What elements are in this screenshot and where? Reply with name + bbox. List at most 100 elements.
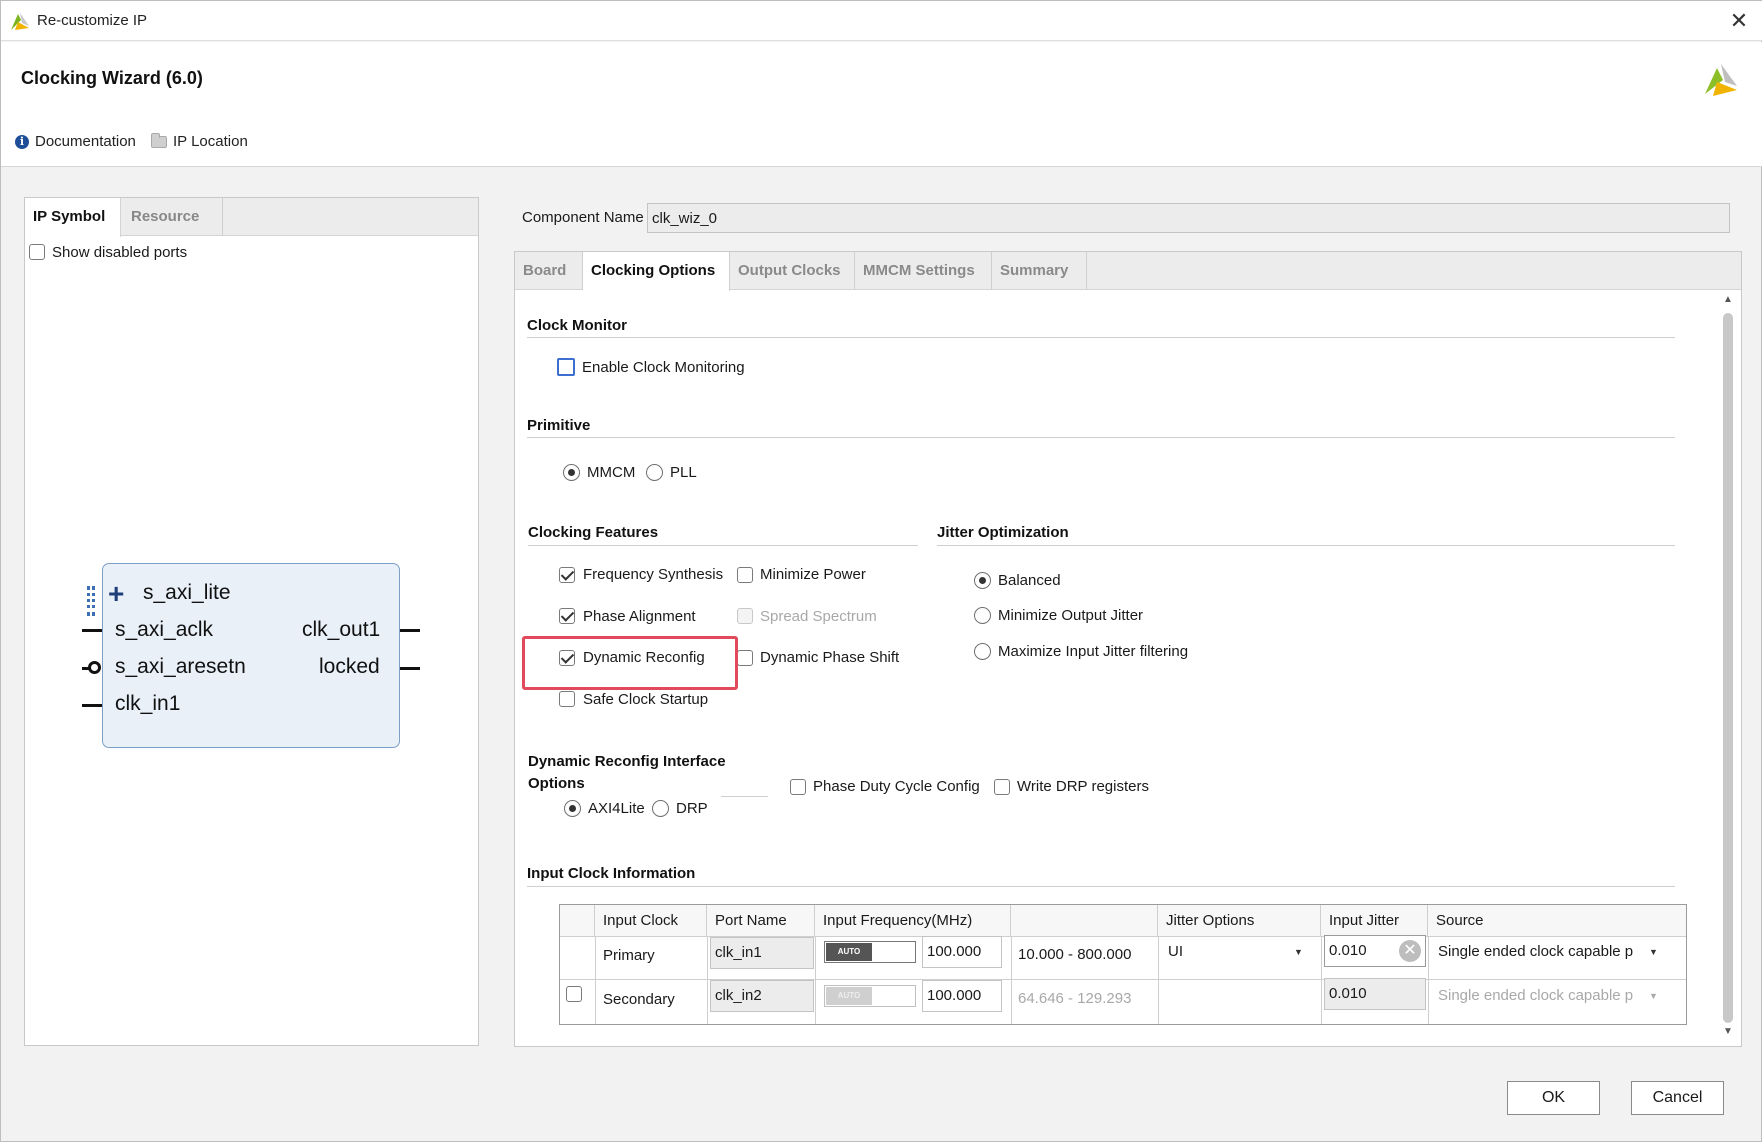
enable-clock-monitoring-label: Enable Clock Monitoring xyxy=(582,359,745,376)
documentation-link[interactable]: i Documentation xyxy=(15,133,136,150)
col-divider xyxy=(1011,937,1012,1024)
window-title: Re-customize IP xyxy=(37,12,148,29)
secondary-clock-checkbox[interactable] xyxy=(566,986,582,1002)
table-header-jitter-options: Jitter Options xyxy=(1158,905,1321,937)
source-dropdown-icon[interactable]: ▼ xyxy=(1649,991,1658,1001)
port-s-axi-aresetn: s_axi_aresetn xyxy=(115,655,246,678)
primary-frequency-input[interactable]: 100.000 xyxy=(922,936,1002,968)
ok-button[interactable]: OK xyxy=(1507,1081,1600,1115)
cancel-button[interactable]: Cancel xyxy=(1631,1081,1724,1115)
col-divider xyxy=(815,937,816,1024)
tab-ip-symbol[interactable]: IP Symbol xyxy=(25,198,121,237)
pin-s-axi-aclk xyxy=(82,629,102,632)
primary-port-name[interactable]: clk_in1 xyxy=(710,937,814,969)
drp-radio[interactable] xyxy=(652,800,669,817)
safe-clock-startup-checkbox[interactable] xyxy=(559,691,575,707)
section-divider xyxy=(721,796,768,797)
left-tab-bar: IP Symbol Resource xyxy=(25,198,478,237)
col-divider xyxy=(595,937,596,1024)
tab-resource[interactable]: Resource xyxy=(123,198,223,236)
phase-alignment-label: Phase Alignment xyxy=(583,608,696,625)
port-clk-in1: clk_in1 xyxy=(115,692,181,715)
section-divider xyxy=(527,886,1675,887)
col-divider xyxy=(707,937,708,1024)
primary-source[interactable]: Single ended clock capable pi xyxy=(1438,943,1633,960)
source-dropdown-icon[interactable]: ▼ xyxy=(1649,947,1658,957)
bus-interface-icon xyxy=(87,586,95,616)
config-tab-bar: Board Clocking Options Output Clocks MMC… xyxy=(515,252,1741,291)
axi4lite-radio[interactable] xyxy=(564,800,581,817)
vertical-scrollbar-thumb[interactable] xyxy=(1723,313,1733,1023)
secondary-source[interactable]: Single ended clock capable pi xyxy=(1438,987,1633,1004)
scroll-down-icon[interactable]: ▼ xyxy=(1721,1025,1735,1039)
port-s-axi-aclk: s_axi_aclk xyxy=(115,618,214,641)
scroll-up-icon[interactable]: ▲ xyxy=(1721,293,1735,307)
secondary-auto-toggle[interactable]: AUTO xyxy=(824,985,916,1007)
secondary-frequency-input[interactable]: 100.000 xyxy=(922,980,1002,1012)
dynamic-phase-shift-label: Dynamic Phase Shift xyxy=(760,649,900,666)
enable-clock-monitoring-checkbox[interactable] xyxy=(557,358,575,376)
phase-alignment-checkbox[interactable] xyxy=(559,608,575,624)
input-clock-information-title: Input Clock Information xyxy=(527,865,696,882)
tab-summary[interactable]: Summary xyxy=(992,252,1087,290)
balanced-radio[interactable] xyxy=(974,572,991,589)
auto-knob: AUTO xyxy=(826,987,872,1005)
col-divider xyxy=(1428,937,1429,1024)
primary-input-clock: Primary xyxy=(603,947,655,964)
folder-icon xyxy=(151,132,167,148)
drp-label: DRP xyxy=(676,800,708,817)
table-header-input-frequency: Input Frequency(MHz) xyxy=(815,905,1011,937)
pll-radio[interactable] xyxy=(646,464,663,481)
tab-clocking-options[interactable]: Clocking Options xyxy=(583,252,730,291)
dynamic-phase-shift-checkbox[interactable] xyxy=(737,650,753,666)
table-header-input-jitter: Input Jitter xyxy=(1321,905,1428,937)
mmcm-radio[interactable] xyxy=(563,464,580,481)
tab-output-clocks[interactable]: Output Clocks xyxy=(730,252,855,290)
documentation-label: Documentation xyxy=(35,133,136,150)
minimize-output-jitter-label: Minimize Output Jitter xyxy=(998,607,1144,624)
close-icon[interactable]: ✕ xyxy=(1725,7,1753,35)
tab-mmcm-settings[interactable]: MMCM Settings xyxy=(855,252,992,290)
ip-location-link[interactable]: IP Location xyxy=(151,132,248,150)
write-drp-registers-label: Write DRP registers xyxy=(1017,778,1149,795)
section-divider xyxy=(528,545,918,546)
primitive-title: Primitive xyxy=(527,417,591,434)
minimize-power-checkbox[interactable] xyxy=(737,567,753,583)
primary-jitter-option[interactable]: UI xyxy=(1168,943,1183,960)
phase-duty-cycle-config-checkbox[interactable] xyxy=(790,779,806,795)
show-disabled-ports-checkbox[interactable] xyxy=(29,244,45,260)
vivado-logo-icon xyxy=(11,13,29,30)
spread-spectrum-checkbox[interactable] xyxy=(737,608,753,624)
frequency-synthesis-checkbox[interactable] xyxy=(559,567,575,583)
table-header-select xyxy=(560,905,595,937)
write-drp-registers-checkbox[interactable] xyxy=(994,779,1010,795)
maximize-input-jitter-radio[interactable] xyxy=(974,643,991,660)
maximize-input-jitter-label: Maximize Input Jitter filtering xyxy=(998,643,1189,660)
tab-board[interactable]: Board xyxy=(515,252,583,290)
component-name-input[interactable]: clk_wiz_0 xyxy=(647,203,1730,233)
component-name-label: Component Name xyxy=(522,209,644,226)
balanced-label: Balanced xyxy=(998,572,1061,589)
expand-bus-icon[interactable]: + xyxy=(108,578,124,610)
pin-clk-out1 xyxy=(400,629,420,632)
secondary-input-clock: Secondary xyxy=(603,991,675,1008)
pll-label: PLL xyxy=(670,464,697,481)
table-header-port-name: Port Name xyxy=(707,905,815,937)
frequency-synthesis-label: Frequency Synthesis xyxy=(583,566,724,583)
safe-clock-startup-label: Safe Clock Startup xyxy=(583,691,709,708)
jitter-option-dropdown-icon[interactable]: ▼ xyxy=(1294,947,1303,957)
secondary-input-jitter-input[interactable]: 0.010 xyxy=(1324,978,1426,1010)
axi4lite-label: AXI4Lite xyxy=(588,800,645,817)
secondary-port-name[interactable]: clk_in2 xyxy=(710,980,814,1012)
active-low-pin-icon xyxy=(88,661,101,674)
mmcm-label: MMCM xyxy=(587,464,636,481)
primary-auto-toggle[interactable]: AUTO xyxy=(824,941,916,963)
re-customize-ip-dialog: Re-customize IP ✕ Clocking Wizard (6.0) … xyxy=(0,0,1762,1142)
title-bar: Re-customize IP ✕ xyxy=(1,1,1762,41)
jitter-optimization-title: Jitter Optimization xyxy=(937,524,1069,541)
section-divider xyxy=(527,337,1675,338)
table-header-range xyxy=(1011,905,1158,937)
clear-icon[interactable]: ✕ xyxy=(1399,940,1421,962)
minimize-output-jitter-radio[interactable] xyxy=(974,607,991,624)
wizard-title: Clocking Wizard (6.0) xyxy=(21,68,203,88)
